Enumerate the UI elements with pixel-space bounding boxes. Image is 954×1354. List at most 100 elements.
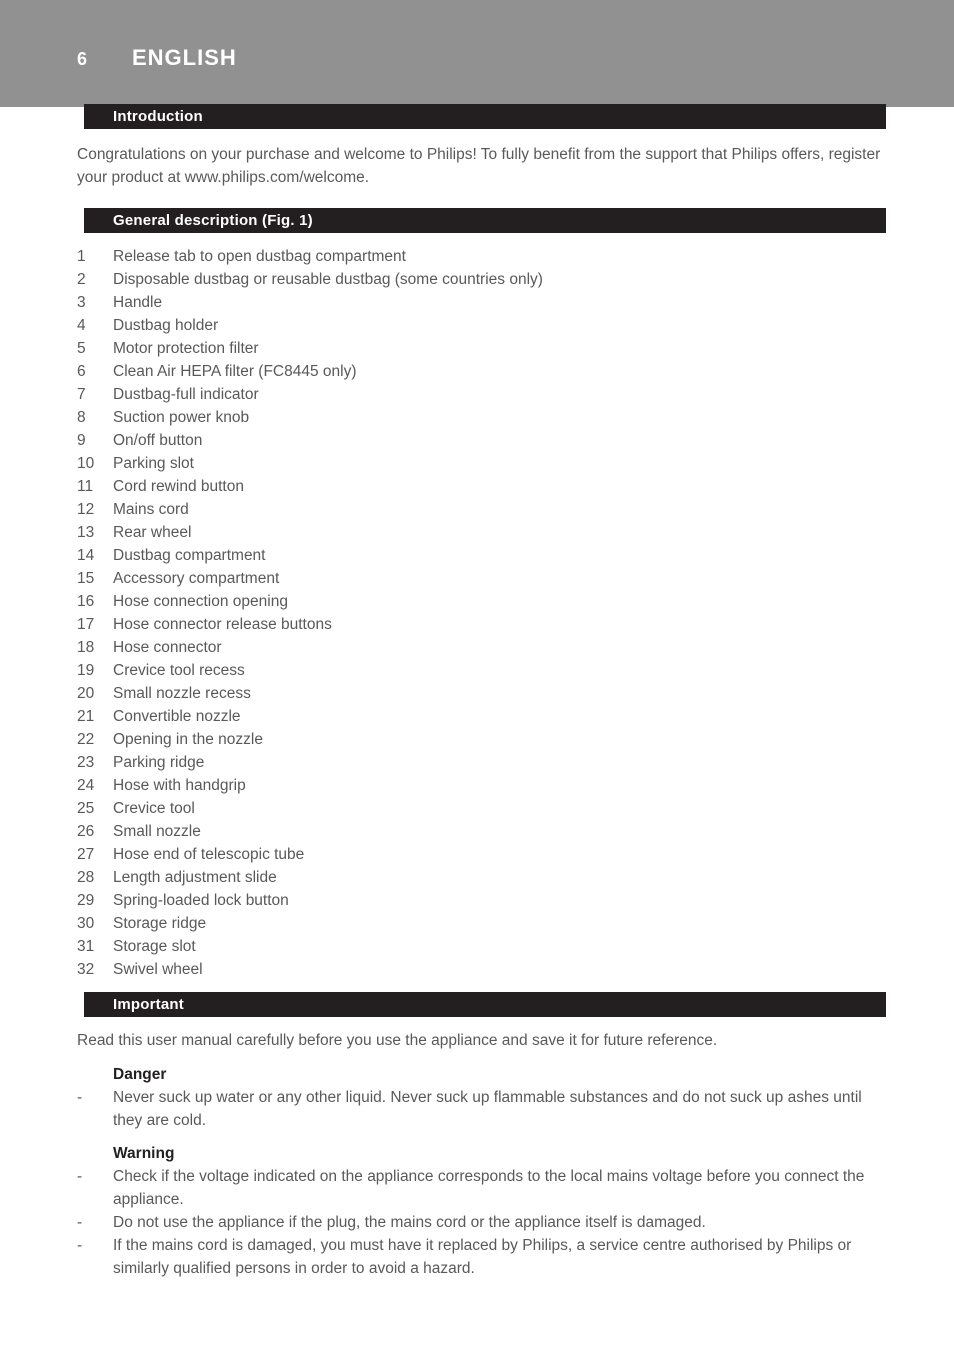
list-item-label: Opening in the nozzle xyxy=(113,731,263,748)
list-item-number: 26 xyxy=(77,823,95,840)
list-item-label: Handle xyxy=(113,294,163,311)
list-item: 2 Disposable dustbag or reusable dustbag … xyxy=(77,268,887,291)
list-item: 25 Crevice tool xyxy=(77,797,887,820)
list-item-number: 30 xyxy=(77,915,95,932)
list-item-number: 5 xyxy=(77,340,86,357)
list-item: 8 Suction power knob xyxy=(77,406,887,429)
list-item-label: Hose connector release buttons xyxy=(113,616,332,633)
section-header-important: Important xyxy=(84,992,886,1017)
section-header-introduction: Introduction xyxy=(84,104,886,129)
list-item-number: 6 xyxy=(77,363,86,380)
list-item: 4 Dustbag holder xyxy=(77,314,887,337)
general-description-list: 1 Release tab to open dustbag compartment… xyxy=(77,245,887,981)
list-item-label: Rear wheel xyxy=(113,524,192,541)
list-item-label: Hose connection opening xyxy=(113,593,288,610)
bullet-text: Never suck up water or any other liquid.… xyxy=(113,1089,862,1129)
list-item-number: 15 xyxy=(77,570,95,587)
list-item-number: 7 xyxy=(77,386,86,403)
page-header-band: 6 ENGLISH xyxy=(0,0,954,107)
list-item: 13 Rear wheel xyxy=(77,521,887,544)
section-header-general-description: General description (Fig. 1) xyxy=(84,208,886,233)
list-item-number: 18 xyxy=(77,639,95,656)
list-item-label: Mains cord xyxy=(113,501,189,518)
list-item: 14 Dustbag compartment xyxy=(77,544,887,567)
list-item: 30 Storage ridge xyxy=(77,912,887,935)
list-item: 1 Release tab to open dustbag compartment xyxy=(77,245,887,268)
section-heading-label: Important xyxy=(113,996,184,1013)
list-item-label: Crevice tool recess xyxy=(113,662,245,679)
list-item-number: 23 xyxy=(77,754,95,771)
list-item-number: 17 xyxy=(77,616,95,633)
bullet-text: Do not use the appliance if the plug, th… xyxy=(113,1214,706,1231)
list-item-number: 28 xyxy=(77,869,95,886)
list-item: 19 Crevice tool recess xyxy=(77,659,887,682)
list-item: 12 Mains cord xyxy=(77,498,887,521)
bullet-dash: - xyxy=(77,1168,83,1185)
list-item-number: 16 xyxy=(77,593,95,610)
list-item: 27 Hose end of telescopic tube xyxy=(77,843,887,866)
list-item: 31 Storage slot xyxy=(77,935,887,958)
list-item: 18 Hose connector xyxy=(77,636,887,659)
list-item-number: 32 xyxy=(77,961,95,978)
list-item-label: Crevice tool xyxy=(113,800,195,817)
list-item-label: Small nozzle recess xyxy=(113,685,251,702)
list-item-label: Storage ridge xyxy=(113,915,207,932)
list-item: 16 Hose connection opening xyxy=(77,590,887,613)
list-item: 20 Small nozzle recess xyxy=(77,682,887,705)
list-item-label: Accessory compartment xyxy=(113,570,280,587)
list-item-label: Parking ridge xyxy=(113,754,205,771)
list-item: 23 Parking ridge xyxy=(77,751,887,774)
list-item-number: 4 xyxy=(77,317,86,334)
list-item: 15 Accessory compartment xyxy=(77,567,887,590)
list-item-label: Storage slot xyxy=(113,938,196,955)
list-item-number: 9 xyxy=(77,432,86,449)
list-item-number: 19 xyxy=(77,662,95,679)
list-item-label: Disposable dustbag or reusable dustbag (… xyxy=(113,271,543,288)
page-number: 6 xyxy=(77,49,88,69)
list-item-label: Hose with handgrip xyxy=(113,777,246,794)
list-item-label: Dustbag-full indicator xyxy=(113,386,259,403)
list-item: 17 Hose connector release buttons xyxy=(77,613,887,636)
list-item-label: Spring-loaded lock button xyxy=(113,892,289,909)
list-item-label: Swivel wheel xyxy=(113,961,203,978)
important-paragraph: Read this user manual carefully before y… xyxy=(77,1032,718,1049)
list-item: 7 Dustbag-full indicator xyxy=(77,383,887,406)
bullet-text: Check if the voltage indicated on the ap… xyxy=(113,1168,865,1208)
list-item: 32 Swivel wheel xyxy=(77,958,887,981)
subheading-warning: Warning xyxy=(113,1145,175,1162)
list-item-number: 25 xyxy=(77,800,95,817)
list-item-label: Release tab to open dustbag compartment xyxy=(113,248,406,265)
list-item-number: 11 xyxy=(77,478,94,495)
subheading-danger: Danger xyxy=(113,1066,167,1083)
list-item-label: Convertible nozzle xyxy=(113,708,241,725)
list-item-number: 20 xyxy=(77,685,95,702)
list-item-number: 29 xyxy=(77,892,95,909)
list-item-number: 12 xyxy=(77,501,95,518)
list-item-label: Dustbag compartment xyxy=(113,547,266,564)
list-item-label: Cord rewind button xyxy=(113,478,244,495)
list-item-label: Length adjustment slide xyxy=(113,869,277,886)
list-item: 6 Clean Air HEPA filter (FC8445 only) xyxy=(77,360,887,383)
list-item: 28 Length adjustment slide xyxy=(77,866,887,889)
list-item: 9 On/off button xyxy=(77,429,887,452)
list-item-label: Small nozzle xyxy=(113,823,201,840)
list-item-number: 14 xyxy=(77,547,95,564)
list-item: 22 Opening in the nozzle xyxy=(77,728,887,751)
list-item-label: Parking slot xyxy=(113,455,194,472)
list-item-label: Hose end of telescopic tube xyxy=(113,846,305,863)
list-item: 5 Motor protection filter xyxy=(77,337,887,360)
section-heading-label: General description (Fig. 1) xyxy=(113,212,313,229)
introduction-paragraph: Congratulations on your purchase and wel… xyxy=(77,146,881,186)
list-item-label: Hose connector xyxy=(113,639,222,656)
list-item-number: 10 xyxy=(77,455,95,472)
list-item-number: 27 xyxy=(77,846,95,863)
list-item-number: 1 xyxy=(77,248,86,265)
list-item-number: 22 xyxy=(77,731,95,748)
section-heading-label: Introduction xyxy=(113,108,203,125)
list-item: 26 Small nozzle xyxy=(77,820,887,843)
list-item-label: Dustbag holder xyxy=(113,317,219,334)
list-item: 10 Parking slot xyxy=(77,452,887,475)
list-item: 3 Handle xyxy=(77,291,887,314)
bullet-dash: - xyxy=(77,1089,83,1106)
bullet-dash: - xyxy=(77,1237,83,1254)
